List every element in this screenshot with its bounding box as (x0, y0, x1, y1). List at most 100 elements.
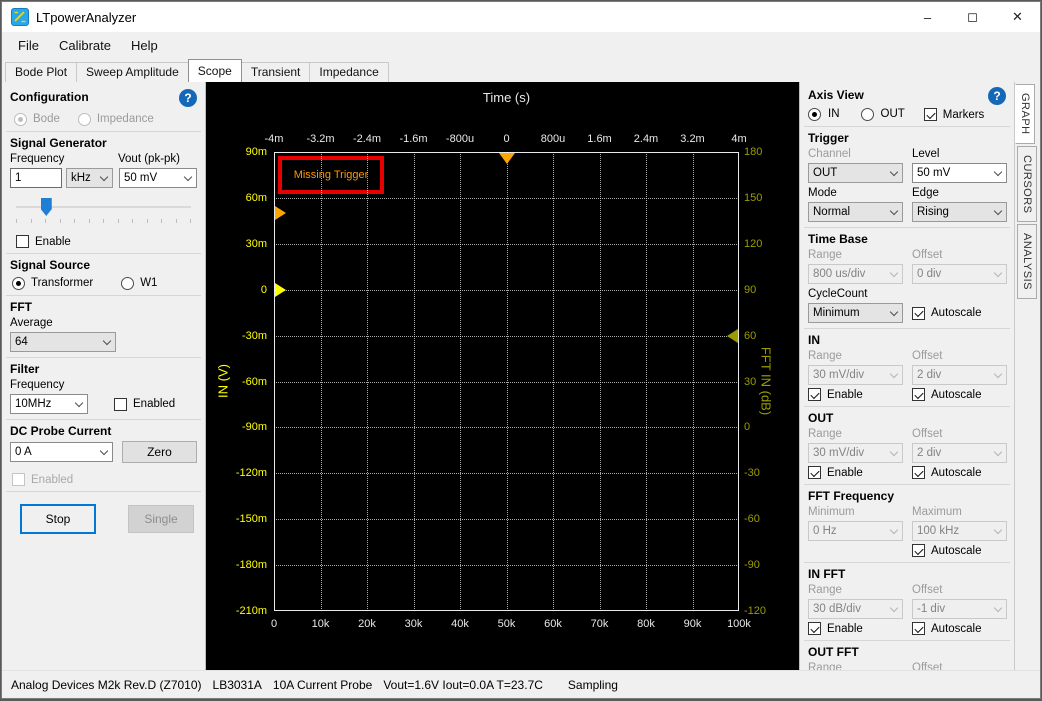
offset-label: Offset (912, 584, 1007, 597)
slider-thumb[interactable] (41, 198, 52, 216)
dc-probe-select[interactable]: 0 A (10, 442, 113, 462)
frequency-input[interactable] (10, 168, 62, 188)
single-button: Single (128, 505, 194, 533)
zero-button[interactable]: Zero (122, 441, 197, 463)
frequency-unit-select[interactable]: kHz (66, 168, 113, 188)
fft-offset-marker[interactable] (727, 329, 738, 343)
slider-tick (147, 219, 148, 223)
slider-tick (60, 219, 61, 223)
in-offset-marker[interactable] (275, 283, 286, 297)
right-panel: Axis View ? IN OUT Markers Trigger Chann… (799, 82, 1014, 672)
side-tab-graph[interactable]: GRAPH (1015, 84, 1035, 144)
transformer-radio[interactable] (12, 277, 25, 290)
slider-tick (31, 219, 32, 223)
side-tab-analysis[interactable]: ANALYSIS (1017, 224, 1037, 299)
average-label: Average (10, 317, 197, 330)
divider (6, 491, 201, 492)
checkbox-icon (16, 235, 29, 248)
chevron-down-icon (100, 174, 108, 182)
status-readings: Vout=1.6V Iout=0.0A T=23.7C (383, 678, 543, 692)
in-fft-autoscale-checkbox[interactable]: Autoscale (912, 622, 1007, 635)
time-axis-tick: -1.6m (392, 132, 436, 146)
in-range-value: 30 mV/div (813, 369, 864, 381)
offset-label: Offset (912, 249, 1007, 262)
frequency-axis-tick: 40k (438, 617, 482, 631)
cycle-count-value: Minimum (813, 307, 860, 319)
enable-checkbox[interactable]: Enable (16, 235, 197, 248)
checkbox-icon (808, 388, 821, 401)
filter-frequency-select[interactable]: 10MHz (10, 394, 88, 414)
divider (804, 328, 1010, 329)
app-window: LTpowerAnalyzer – ◻ ✕ FileCalibrateHelp … (1, 1, 1041, 699)
side-tab-cursors[interactable]: CURSORS (1017, 146, 1037, 223)
tab-scope[interactable]: Scope (188, 59, 242, 82)
left-panel: Configuration ? Bode Impedance Signal Ge… (2, 82, 206, 672)
minimum-label: Minimum (808, 506, 903, 519)
scope-plot[interactable]: Time (s) Frequency (Hz) IN (V) FFT IN (d… (206, 82, 799, 672)
trigger-time-marker[interactable] (499, 153, 515, 164)
trigger-level-select[interactable]: 50 mV (912, 163, 1007, 183)
checkbox-icon (808, 622, 821, 635)
enable-checkbox-label: Enable (35, 236, 71, 248)
time-axis-tick: -800u (438, 132, 482, 146)
w1-radio[interactable] (121, 277, 134, 290)
in-fft-range-select: 30 dB/div (808, 599, 903, 619)
menu-help[interactable]: Help (121, 34, 168, 57)
stop-button[interactable]: Stop (20, 504, 96, 534)
chevron-down-icon (994, 270, 1002, 278)
average-select[interactable]: 64 (10, 332, 116, 352)
frequency-axis-tick: 70k (578, 617, 622, 631)
average-value: 64 (15, 336, 28, 348)
axis-out-label: OUT (881, 108, 905, 121)
out-autoscale-checkbox[interactable]: Autoscale (912, 466, 1007, 479)
maximize-button[interactable]: ◻ (950, 2, 995, 32)
filter-title: Filter (10, 362, 197, 376)
enable-label: Enable (827, 467, 863, 479)
mode-label: Mode (808, 187, 903, 200)
axis-in-radio[interactable] (808, 108, 821, 121)
signal-generator-title: Signal Generator (10, 136, 197, 150)
vout-select[interactable]: 50 mV (119, 168, 197, 188)
tab-sweep-amplitude[interactable]: Sweep Amplitude (76, 62, 189, 82)
trigger-mode-select[interactable]: Normal (808, 202, 903, 222)
trigger-level-marker[interactable] (275, 206, 286, 220)
trigger-title: Trigger (808, 131, 1006, 145)
out-enable-checkbox[interactable]: Enable (808, 466, 903, 479)
in-autoscale-checkbox[interactable]: Autoscale (912, 388, 1007, 401)
trigger-channel-select[interactable]: OUT (808, 163, 903, 183)
tab-transient[interactable]: Transient (241, 62, 311, 82)
menu-calibrate[interactable]: Calibrate (49, 34, 121, 57)
out-section-title: OUT (808, 411, 1006, 425)
close-button[interactable]: ✕ (995, 2, 1040, 32)
tab-impedance[interactable]: Impedance (309, 62, 388, 82)
enable-label: Enable (827, 623, 863, 635)
minimize-button[interactable]: – (905, 2, 950, 32)
fft-axis-tick: -30 (744, 466, 790, 480)
axis-out-radio[interactable] (861, 108, 874, 121)
filter-enabled-label: Enabled (133, 398, 175, 410)
trigger-edge-select[interactable]: Rising (912, 202, 1007, 222)
help-icon[interactable]: ? (179, 89, 197, 107)
slider-tick (16, 219, 17, 223)
divider (804, 227, 1010, 228)
timebase-autoscale-checkbox[interactable]: Autoscale (912, 307, 1007, 320)
menu-file[interactable]: File (8, 34, 49, 57)
in-axis-tick: 0 (206, 283, 267, 297)
in-fft-enable-checkbox[interactable]: Enable (808, 622, 903, 635)
fft-min-select: 0 Hz (808, 521, 903, 541)
filter-enabled-checkbox[interactable]: Enabled (114, 398, 175, 411)
bode-radio-label: Bode (33, 113, 60, 126)
time-axis-tick: 3.2m (671, 132, 715, 146)
tab-bode-plot[interactable]: Bode Plot (5, 62, 77, 82)
cycle-count-select[interactable]: Minimum (808, 303, 903, 323)
level-label: Level (912, 148, 1007, 161)
in-range-select: 30 mV/div (808, 365, 903, 385)
out-offset-value: 2 div (917, 447, 941, 459)
frequency-slider[interactable] (16, 198, 191, 216)
fft-frequency-autoscale-checkbox[interactable]: Autoscale (912, 544, 1007, 557)
in-enable-checkbox[interactable]: Enable (808, 388, 903, 401)
help-icon[interactable]: ? (988, 87, 1006, 105)
dc-probe-enabled-checkbox: Enabled (12, 473, 197, 486)
markers-checkbox[interactable]: Markers (924, 108, 985, 121)
time-axis-tick: -3.2m (299, 132, 343, 146)
